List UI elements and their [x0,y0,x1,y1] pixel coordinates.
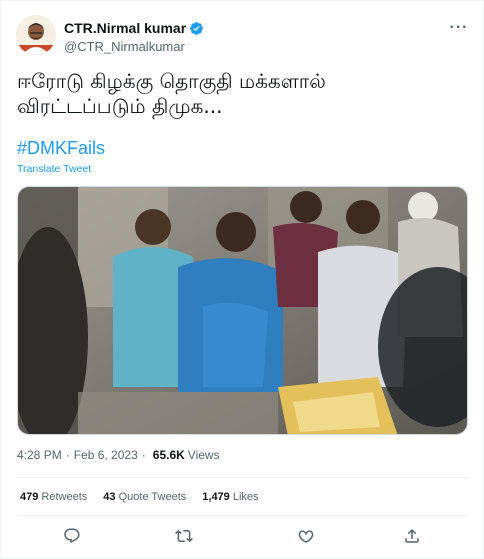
tweet-text: ஈரோடு கிழக்கு தொகுதி மக்களால் விரட்டப்பட… [17,69,467,119]
video-thumbnail[interactable] [17,186,468,435]
likes-count: 1,479 [202,491,230,503]
avatar[interactable] [16,15,56,55]
retweets-count: 479 [20,491,39,503]
tweet-time[interactable]: 4:28 PM [17,448,62,462]
translate-tweet-link[interactable]: Translate Tweet [17,163,91,175]
author-names: CTR.Nirmal kumar @CTR_Nirmalkumar [64,19,204,54]
divider [17,477,468,478]
separator-dot: · [65,448,70,462]
handle[interactable]: @CTR_Nirmalkumar [64,39,204,54]
tweet-text-line-1: ஈரோடு கிழக்கு தொகுதி மக்களால் [17,69,326,93]
verified-badge-icon [189,21,204,36]
tweet-actions [17,527,468,549]
separator-dot-2: · [141,448,146,462]
share-icon[interactable] [403,527,423,547]
likes-stat[interactable]: 1,479 Likes [202,491,258,503]
more-options-icon[interactable]: ··· [448,19,470,37]
hashtag-link[interactable]: #DMKFails [17,138,105,159]
video-frame [18,187,467,434]
likes-label: Likes [232,491,259,503]
retweets-stat[interactable]: 479 Retweets [20,491,87,503]
tweet-header: CTR.Nirmal kumar @CTR_Nirmalkumar ··· [16,15,472,59]
tweet-date[interactable]: Feb 6, 2023 [74,448,138,462]
retweets-label: Retweets [41,491,88,503]
avatar-image [16,15,56,55]
tweet-card: CTR.Nirmal kumar @CTR_Nirmalkumar ··· ஈர… [0,0,484,559]
quotes-count: 43 [103,491,116,503]
display-name[interactable]: CTR.Nirmal kumar [64,20,186,36]
tweet-text-line-2: விரட்டப்படும் திமுக... [17,94,223,118]
divider-2 [17,515,468,516]
reply-icon[interactable] [63,527,83,547]
views-count: 65.6K [152,448,185,462]
tweet-timestamp: 4:28 PM · Feb 6, 2023 · 65.6K Views [17,448,220,462]
views-label: Views [187,448,220,462]
heart-icon[interactable] [297,527,317,547]
tweet-stats: 479 Retweets 43 Quote Tweets 1,479 Likes [20,491,259,503]
quote-tweets-stat[interactable]: 43 Quote Tweets [103,491,186,503]
quotes-label: Quote Tweets [118,491,187,503]
retweet-icon[interactable] [175,527,195,547]
